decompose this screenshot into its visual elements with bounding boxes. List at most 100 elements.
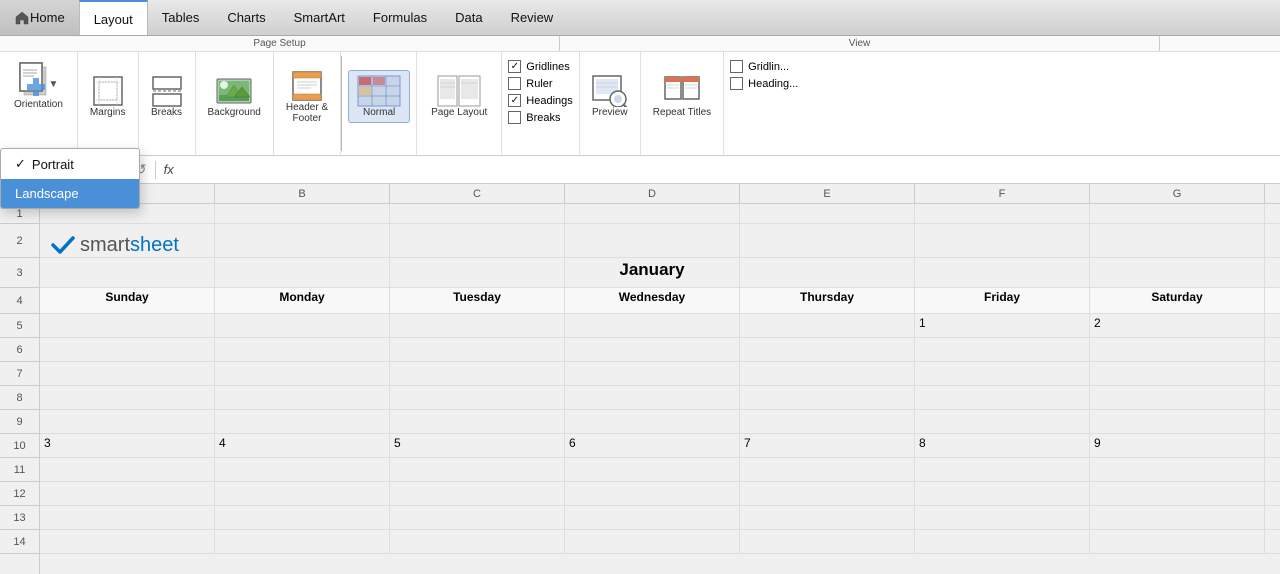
cell-g5[interactable]: 2 <box>1090 314 1265 337</box>
cell-a12[interactable] <box>40 482 215 505</box>
cell-f12[interactable] <box>915 482 1090 505</box>
margins-button[interactable]: Margins <box>84 71 132 122</box>
cell-f10[interactable]: 8 <box>915 434 1090 457</box>
cell-c1[interactable] <box>390 204 565 223</box>
cell-a8[interactable] <box>40 386 215 409</box>
cell-e10[interactable]: 7 <box>740 434 915 457</box>
cell-b8[interactable] <box>215 386 390 409</box>
cell-e12[interactable] <box>740 482 915 505</box>
preview-button[interactable]: Preview <box>586 71 634 122</box>
cell-d2[interactable] <box>565 224 740 257</box>
menu-item-tables[interactable]: Tables <box>148 0 214 35</box>
menu-item-data[interactable]: Data <box>441 0 496 35</box>
cell-g13[interactable] <box>1090 506 1265 529</box>
formula-input[interactable] <box>182 161 1276 179</box>
cell-b6[interactable] <box>215 338 390 361</box>
cell-c14[interactable] <box>390 530 565 553</box>
cell-a13[interactable] <box>40 506 215 529</box>
cell-f9[interactable] <box>915 410 1090 433</box>
cell-d7[interactable] <box>565 362 740 385</box>
page-layout-button[interactable]: Page Layout <box>423 71 495 122</box>
cell-d11[interactable] <box>565 458 740 481</box>
cell-a10[interactable]: 3 <box>40 434 215 457</box>
cell-e14[interactable] <box>740 530 915 553</box>
cell-a9[interactable] <box>40 410 215 433</box>
cell-a5[interactable] <box>40 314 215 337</box>
cell-f13[interactable] <box>915 506 1090 529</box>
cell-g4-saturday[interactable]: Saturday <box>1090 288 1265 313</box>
cell-d5[interactable] <box>565 314 740 337</box>
cell-c2[interactable] <box>390 224 565 257</box>
header-footer-button[interactable]: Header & Footer <box>280 66 334 128</box>
cell-c9[interactable] <box>390 410 565 433</box>
cell-a6[interactable] <box>40 338 215 361</box>
gridlines-right-checkbox[interactable]: Gridlin... <box>730 60 789 73</box>
gridlines-checkbox[interactable]: Gridlines <box>508 60 569 73</box>
cell-b5[interactable] <box>215 314 390 337</box>
cell-f2[interactable] <box>915 224 1090 257</box>
portrait-option[interactable]: ✓ Portrait <box>1 149 139 179</box>
cell-e9[interactable] <box>740 410 915 433</box>
cell-f5[interactable]: 1 <box>915 314 1090 337</box>
cell-f3[interactable] <box>915 258 1090 287</box>
cell-b14[interactable] <box>215 530 390 553</box>
menu-item-home[interactable]: Home <box>0 0 79 35</box>
normal-button[interactable]: Normal <box>348 70 410 123</box>
cell-g10[interactable]: 9 <box>1090 434 1265 457</box>
cell-e4-thursday[interactable]: Thursday <box>740 288 915 313</box>
cell-d13[interactable] <box>565 506 740 529</box>
menu-item-formulas[interactable]: Formulas <box>359 0 441 35</box>
cell-g1[interactable] <box>1090 204 1265 223</box>
cell-e2[interactable] <box>740 224 915 257</box>
cell-d8[interactable] <box>565 386 740 409</box>
headings-checkbox[interactable]: Headings <box>508 94 572 107</box>
cell-c6[interactable] <box>390 338 565 361</box>
ruler-checkbox[interactable]: Ruler <box>508 77 552 90</box>
cell-b3[interactable] <box>215 258 390 287</box>
cell-f1[interactable] <box>915 204 1090 223</box>
cell-d4-wednesday[interactable]: Wednesday <box>565 288 740 313</box>
menu-item-layout[interactable]: Layout <box>79 0 148 35</box>
cell-b13[interactable] <box>215 506 390 529</box>
cell-g11[interactable] <box>1090 458 1265 481</box>
breaks-button[interactable]: Breaks <box>145 71 189 122</box>
cell-e8[interactable] <box>740 386 915 409</box>
cell-c4-tuesday[interactable]: Tuesday <box>390 288 565 313</box>
cell-c10[interactable]: 5 <box>390 434 565 457</box>
cell-d12[interactable] <box>565 482 740 505</box>
cell-e5[interactable] <box>740 314 915 337</box>
cell-a4-sunday[interactable]: Sunday <box>40 288 215 313</box>
cell-c12[interactable] <box>390 482 565 505</box>
cell-a2[interactable]: smartsheet <box>40 224 215 257</box>
cell-e11[interactable] <box>740 458 915 481</box>
repeat-titles-button[interactable]: Repeat Titles <box>647 71 717 122</box>
cell-e6[interactable] <box>740 338 915 361</box>
cell-b9[interactable] <box>215 410 390 433</box>
menu-item-charts[interactable]: Charts <box>213 0 279 35</box>
cell-f4-friday[interactable]: Friday <box>915 288 1090 313</box>
cell-b12[interactable] <box>215 482 390 505</box>
cell-a14[interactable] <box>40 530 215 553</box>
cell-c7[interactable] <box>390 362 565 385</box>
cell-d6[interactable] <box>565 338 740 361</box>
cell-g14[interactable] <box>1090 530 1265 553</box>
cell-f14[interactable] <box>915 530 1090 553</box>
cell-f6[interactable] <box>915 338 1090 361</box>
cell-f7[interactable] <box>915 362 1090 385</box>
cell-b10[interactable]: 4 <box>215 434 390 457</box>
cell-d9[interactable] <box>565 410 740 433</box>
cell-b2[interactable] <box>215 224 390 257</box>
cell-e3[interactable] <box>740 258 915 287</box>
background-button[interactable]: Background <box>202 71 267 122</box>
cell-c5[interactable] <box>390 314 565 337</box>
cell-e7[interactable] <box>740 362 915 385</box>
cell-d14[interactable] <box>565 530 740 553</box>
menu-item-smartart[interactable]: SmartArt <box>280 0 359 35</box>
orientation-dropdown[interactable]: ✓ Portrait Landscape <box>0 148 140 209</box>
cell-g2[interactable] <box>1090 224 1265 257</box>
menu-item-review[interactable]: Review <box>497 0 568 35</box>
cell-g7[interactable] <box>1090 362 1265 385</box>
cell-e13[interactable] <box>740 506 915 529</box>
cell-g12[interactable] <box>1090 482 1265 505</box>
cell-c13[interactable] <box>390 506 565 529</box>
